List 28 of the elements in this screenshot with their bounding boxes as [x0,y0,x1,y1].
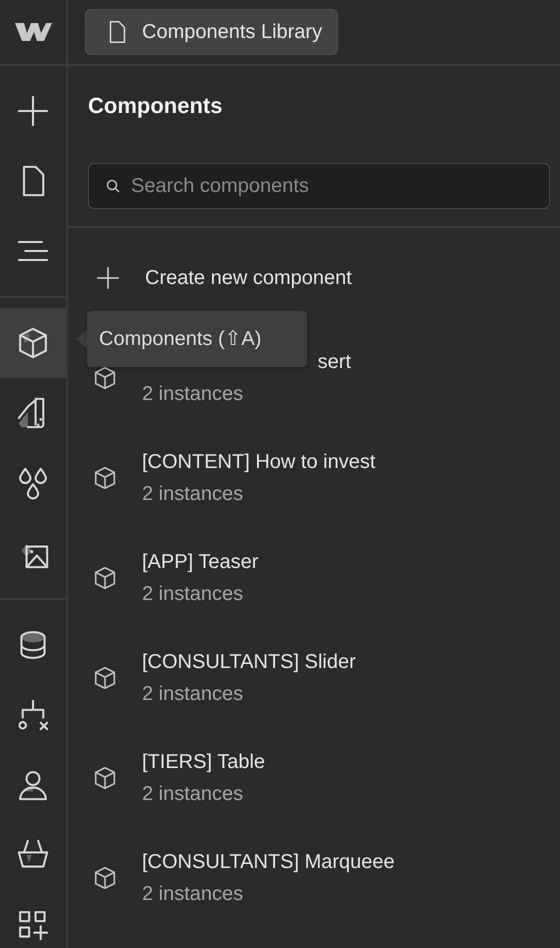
cube-icon [92,765,118,791]
instance-count: 2 instances [142,382,244,406]
create-component-button[interactable]: Create new component [95,253,352,303]
search-icon [105,178,121,194]
instance-count: 2 instances [142,482,244,506]
component-name[interactable]: [CONSULTANTS] Marqueee [142,850,395,874]
page-selector-button[interactable]: Components Library [85,9,338,55]
add-icon[interactable] [15,93,51,129]
add-icon [95,265,121,291]
instance-count: 2 instances [142,782,244,806]
component-name[interactable]: sert [318,350,351,374]
instance-count: 2 instances [142,682,244,706]
cube-icon [92,565,118,591]
cube-icon [92,465,118,491]
component-name[interactable]: [CONSULTANTS] Slider [142,650,356,674]
instance-count: 2 instances [142,582,244,606]
cube-icon [92,865,118,891]
search-input[interactable]: Search components [131,174,533,198]
cube-icon [92,665,118,691]
panel-title: Components [88,92,224,120]
component-name[interactable]: [APP] Teaser [142,550,258,574]
tooltip: Components (⇧A) [87,311,307,367]
logo-icon[interactable] [13,20,53,44]
cube-icon [92,365,118,391]
component-name[interactable]: [CONTENT] How to invest [142,450,376,474]
search-field[interactable]: Search components [88,163,550,209]
instance-count: 2 instances [142,882,244,906]
component-name[interactable]: [TIERS] Table [142,750,266,774]
